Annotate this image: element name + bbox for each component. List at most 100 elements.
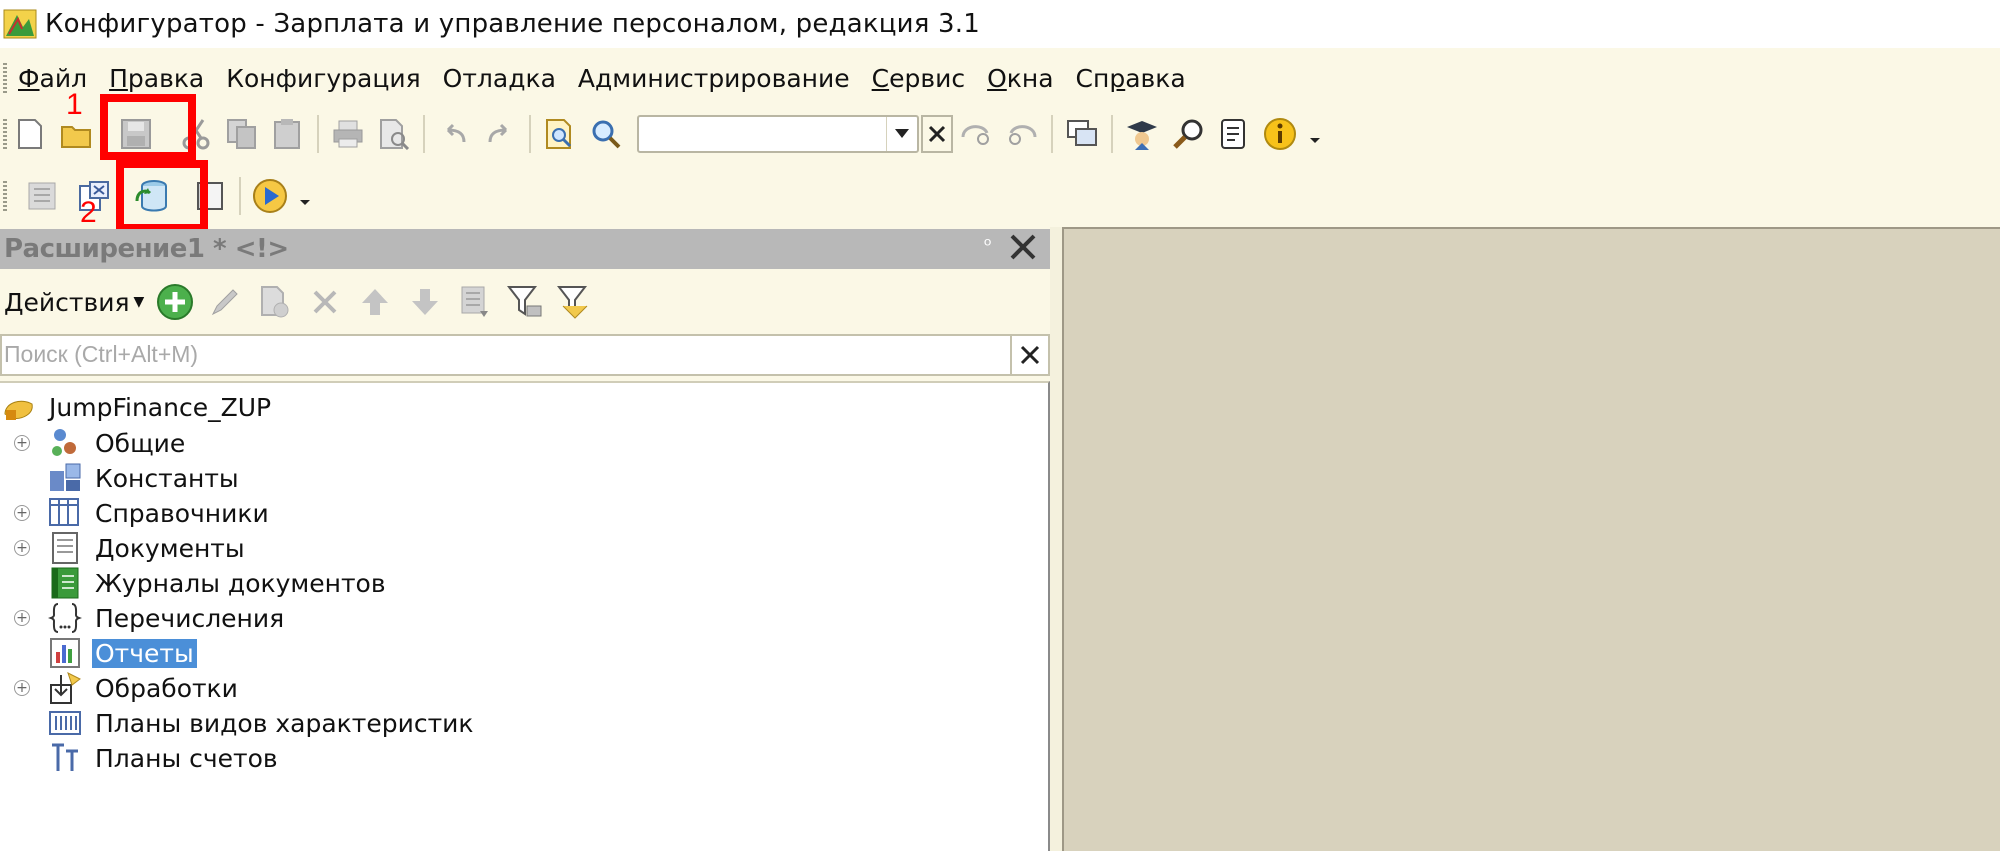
debug-options-dropdown[interactable]	[297, 177, 313, 215]
tree-item-label: Обработки	[95, 673, 238, 703]
paste-button[interactable]	[269, 115, 307, 153]
edit-button[interactable]	[205, 282, 245, 322]
filter-changed-button[interactable]	[555, 282, 595, 322]
annotation-number-1: 1	[66, 88, 83, 121]
about-button[interactable]	[1261, 115, 1299, 153]
chevron-down-icon	[300, 200, 310, 205]
arrow-up-icon	[362, 289, 389, 315]
pin-icon[interactable]: ᵒ	[984, 233, 992, 257]
help-document-icon	[1221, 119, 1245, 149]
redo-button[interactable]	[481, 115, 519, 153]
toolbar-separator	[317, 115, 319, 153]
print-preview-button[interactable]	[375, 115, 413, 153]
common-icon	[52, 429, 76, 456]
toolbar-overflow-button[interactable]	[1307, 115, 1323, 153]
chart-of-accounts-icon	[52, 743, 78, 771]
tree-item-chart-of-characteristic-types[interactable]: Планы видов характеристик	[48, 703, 477, 743]
menu-service[interactable]: Сервис	[861, 64, 976, 93]
move-down-button[interactable]	[405, 282, 445, 322]
toolbar-grip[interactable]	[3, 119, 7, 149]
actions-menu-button[interactable]: Действия	[4, 288, 130, 317]
search-combo-dropdown-button[interactable]	[886, 117, 917, 151]
pencil-icon	[212, 289, 238, 316]
tree-item-label: Перечисления	[95, 603, 285, 633]
menu-debug[interactable]: Отладка	[432, 64, 567, 93]
tree-root[interactable]: JumpFinance_ZUP	[2, 387, 274, 427]
tree-item-data-processors[interactable]: + Обработки	[14, 668, 241, 708]
expand-icon[interactable]: +	[14, 505, 30, 521]
new-file-button[interactable]	[11, 115, 49, 153]
menu-file[interactable]: Файл	[7, 64, 98, 93]
tree-search-input[interactable]: Поиск (Ctrl+Alt+M)	[0, 334, 1050, 376]
title-bar: Конфигуратор - Зарплата и управление пер…	[0, 0, 2000, 48]
find-previous-button[interactable]	[1003, 115, 1041, 153]
documents-icon	[52, 532, 78, 564]
delete-cross-icon	[313, 290, 337, 314]
print-preview-icon	[380, 119, 410, 150]
expand-icon[interactable]: +	[14, 435, 30, 451]
add-button[interactable]	[155, 282, 195, 322]
find-document-icon	[546, 119, 572, 149]
menu-bar: Файл Правка Конфигурация Отладка Админис…	[0, 56, 2000, 100]
workspace-area	[1062, 227, 2000, 851]
tree-item-documents[interactable]: + Документы	[14, 528, 248, 568]
help-content-button[interactable]	[1215, 115, 1253, 153]
filter-funnel-icon	[507, 286, 542, 317]
copy-button[interactable]	[223, 115, 261, 153]
syntax-helper-button[interactable]	[1169, 115, 1207, 153]
expand-icon[interactable]: +	[14, 540, 30, 556]
open-configuration-button[interactable]	[23, 177, 61, 215]
copy-item-button[interactable]	[255, 282, 295, 322]
tree-item-common[interactable]: + Общие	[14, 423, 188, 463]
start-debugging-button[interactable]	[251, 177, 289, 215]
extension-tree-panel: Расширение1 * <!> ᵒ Действия ▼ Поиск (Ct…	[0, 229, 1050, 851]
toolbar-grip[interactable]	[3, 181, 7, 211]
tree-item-label: Справочники	[95, 498, 269, 528]
tree-item-chart-of-accounts[interactable]: Планы счетов	[48, 738, 281, 778]
expand-icon[interactable]: +	[14, 610, 30, 626]
tree-search-clear-button[interactable]	[1010, 336, 1048, 374]
tree-item-label: Журналы документов	[95, 568, 386, 598]
panel-splitter[interactable]	[1050, 227, 1062, 851]
search-button[interactable]	[587, 115, 625, 153]
tree-item-catalogs[interactable]: + Справочники	[14, 493, 272, 533]
menu-help[interactable]: Справка	[1065, 64, 1197, 93]
training-button[interactable]	[1123, 115, 1161, 153]
menu-configuration[interactable]: Конфигурация	[215, 64, 431, 93]
tree-item-reports[interactable]: Отчеты	[48, 633, 197, 673]
annotation-highlight-update-db	[116, 160, 208, 232]
search-combo-input[interactable]	[637, 115, 919, 153]
data-processors-icon	[50, 672, 81, 704]
filter-button[interactable]	[505, 282, 545, 322]
move-up-button[interactable]	[355, 282, 395, 322]
undo-button[interactable]	[435, 115, 473, 153]
configuration-tree-icon	[28, 182, 56, 210]
sort-button[interactable]	[455, 282, 495, 322]
tree-item-label: Общие	[95, 428, 186, 458]
print-button[interactable]	[329, 115, 367, 153]
find-next-button[interactable]	[957, 115, 995, 153]
toolbar-separator	[529, 115, 531, 153]
catalogs-icon	[49, 498, 79, 526]
windows-list-button[interactable]	[1063, 115, 1101, 153]
tree-item-constants[interactable]: Константы	[48, 458, 242, 498]
toolbar-separator	[423, 115, 425, 153]
menu-edit[interactable]: Правка	[98, 64, 215, 93]
configuration-root-icon	[4, 400, 33, 420]
menu-administration[interactable]: Администрирование	[567, 64, 861, 93]
chevron-down-icon	[1310, 138, 1320, 143]
tree-item-label: Планы счетов	[95, 743, 278, 773]
delete-button[interactable]	[305, 282, 345, 322]
copy-icon	[227, 119, 256, 149]
tree-item-enums[interactable]: + Перечисления	[14, 598, 287, 638]
find-in-tree-button[interactable]	[541, 115, 579, 153]
menu-windows[interactable]: Окна	[976, 64, 1064, 93]
window-title: Конфигуратор - Зарплата и управление пер…	[45, 9, 980, 39]
search-clear-button[interactable]	[921, 115, 953, 153]
expand-icon[interactable]: +	[14, 680, 30, 696]
info-icon	[1264, 118, 1296, 150]
panel-header: Расширение1 * <!> ᵒ	[0, 229, 1050, 269]
tree-item-document-journals[interactable]: Журналы документов	[48, 563, 389, 603]
search-magnifier-icon	[592, 120, 621, 149]
panel-close-button[interactable]	[1008, 232, 1038, 266]
